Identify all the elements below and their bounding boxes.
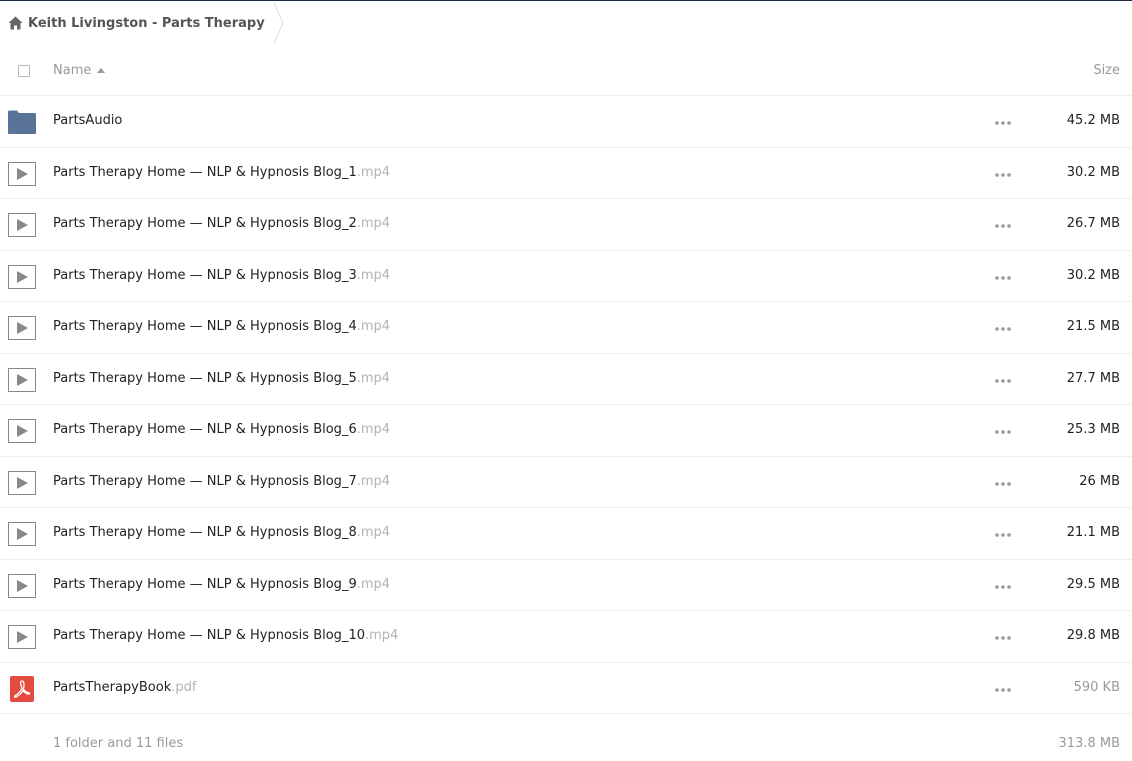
more-actions-icon[interactable] xyxy=(994,481,1012,487)
folder-icon xyxy=(8,110,36,134)
more-actions-icon[interactable] xyxy=(994,172,1012,178)
pdf-icon xyxy=(10,675,34,702)
size-column-header[interactable]: Size xyxy=(1093,63,1120,78)
file-extension: .mp4 xyxy=(356,216,391,231)
file-row[interactable]: Parts Therapy Home — NLP & Hypnosis Blog… xyxy=(0,148,1132,199)
more-actions-icon[interactable] xyxy=(994,223,1012,229)
file-size: 29.8 MB xyxy=(1066,628,1120,643)
more-actions-icon[interactable] xyxy=(994,532,1012,538)
file-extension: .mp4 xyxy=(356,525,391,540)
home-icon xyxy=(8,16,23,30)
video-play-icon xyxy=(8,573,36,598)
video-play-icon xyxy=(8,522,36,546)
more-actions-icon[interactable] xyxy=(994,378,1012,384)
more-actions-icon[interactable] xyxy=(994,635,1012,641)
file-name[interactable]: PartsTherapyBook.pdf xyxy=(53,680,196,695)
file-extension: .mp4 xyxy=(356,319,391,334)
file-row[interactable]: Parts Therapy Home — NLP & Hypnosis Blog… xyxy=(0,611,1132,663)
file-name[interactable]: PartsAudio xyxy=(53,113,122,128)
file-row[interactable]: PartsTherapyBook.pdf 590 KB xyxy=(0,663,1132,714)
more-actions-icon[interactable] xyxy=(994,120,1012,126)
file-row[interactable]: Parts Therapy Home — NLP & Hypnosis Blog… xyxy=(0,199,1132,251)
file-name-base: PartsTherapyBook xyxy=(53,679,172,695)
file-row[interactable]: Parts Therapy Home — NLP & Hypnosis Blog… xyxy=(0,560,1132,611)
file-row[interactable]: Parts Therapy Home — NLP & Hypnosis Blog… xyxy=(0,405,1132,457)
file-name[interactable]: Parts Therapy Home — NLP & Hypnosis Blog… xyxy=(53,371,390,386)
file-extension: .pdf xyxy=(171,679,197,695)
name-column-label: Name xyxy=(53,63,92,78)
sort-ascending-icon xyxy=(97,68,106,73)
file-extension: .mp4 xyxy=(356,422,391,437)
file-list-header: Name Size xyxy=(0,45,1132,96)
more-actions-icon[interactable] xyxy=(994,326,1012,332)
file-row[interactable]: Parts Therapy Home — NLP & Hypnosis Blog… xyxy=(0,508,1132,560)
video-play-icon xyxy=(8,264,36,289)
file-size: 26 MB xyxy=(1079,473,1120,489)
file-size: 21.5 MB xyxy=(1066,319,1120,334)
file-size: 21.1 MB xyxy=(1066,525,1120,540)
breadcrumb: Keith Livingston - Parts Therapy xyxy=(0,1,1132,45)
breadcrumb-label: Keith Livingston - Parts Therapy xyxy=(28,15,265,31)
file-name-base: Parts Therapy Home — NLP & Hypnosis Blog… xyxy=(53,422,357,437)
file-extension: .mp4 xyxy=(364,628,399,643)
file-size: 25.3 MB xyxy=(1066,422,1120,437)
name-column-header[interactable]: Name xyxy=(53,63,106,78)
file-size: 30.2 MB xyxy=(1066,164,1120,180)
file-size: 45.2 MB xyxy=(1066,113,1120,128)
file-row[interactable]: Parts Therapy Home — NLP & Hypnosis Blog… xyxy=(0,457,1132,508)
file-row[interactable]: PartsAudio 45.2 MB xyxy=(0,96,1132,148)
file-name[interactable]: Parts Therapy Home — NLP & Hypnosis Blog… xyxy=(53,525,390,540)
video-play-icon xyxy=(8,419,36,443)
file-row[interactable]: Parts Therapy Home — NLP & Hypnosis Blog… xyxy=(0,354,1132,405)
file-size: 29.5 MB xyxy=(1066,576,1120,592)
file-extension: .mp4 xyxy=(356,267,391,283)
file-name[interactable]: Parts Therapy Home — NLP & Hypnosis Blog… xyxy=(53,474,390,489)
file-extension: .mp4 xyxy=(356,164,391,180)
file-extension: .mp4 xyxy=(356,473,391,489)
breadcrumb-home[interactable]: Keith Livingston - Parts Therapy xyxy=(0,1,284,45)
file-name[interactable]: Parts Therapy Home — NLP & Hypnosis Blog… xyxy=(53,216,390,231)
file-name-base: Parts Therapy Home — NLP & Hypnosis Blog… xyxy=(53,473,357,489)
file-name[interactable]: Parts Therapy Home — NLP & Hypnosis Blog… xyxy=(53,577,390,592)
file-name-base: Parts Therapy Home — NLP & Hypnosis Blog… xyxy=(53,164,357,180)
file-size: 30.2 MB xyxy=(1066,267,1120,283)
video-play-icon xyxy=(8,625,36,649)
file-name-base: Parts Therapy Home — NLP & Hypnosis Blog… xyxy=(53,267,357,283)
file-list-summary: 1 folder and 11 files 313.8 MB xyxy=(0,729,1132,759)
video-play-icon xyxy=(8,161,36,186)
file-name[interactable]: Parts Therapy Home — NLP & Hypnosis Blog… xyxy=(53,422,390,437)
file-name[interactable]: Parts Therapy Home — NLP & Hypnosis Blog… xyxy=(53,165,390,180)
select-all-checkbox[interactable] xyxy=(18,65,30,77)
file-name-base: Parts Therapy Home — NLP & Hypnosis Blog… xyxy=(53,525,357,540)
file-extension: .mp4 xyxy=(356,370,391,386)
more-actions-icon[interactable] xyxy=(994,584,1012,590)
video-play-icon xyxy=(8,316,36,340)
file-size: 590 KB xyxy=(1073,679,1120,695)
file-name-base: Parts Therapy Home — NLP & Hypnosis Blog… xyxy=(53,370,357,386)
file-name-base: Parts Therapy Home — NLP & Hypnosis Blog… xyxy=(53,216,357,231)
file-row[interactable]: Parts Therapy Home — NLP & Hypnosis Blog… xyxy=(0,251,1132,302)
more-actions-icon[interactable] xyxy=(994,275,1012,281)
file-row[interactable]: Parts Therapy Home — NLP & Hypnosis Blog… xyxy=(0,302,1132,354)
video-play-icon xyxy=(8,470,36,495)
video-play-icon xyxy=(8,213,36,237)
file-name-base: Parts Therapy Home — NLP & Hypnosis Blog… xyxy=(53,576,357,592)
file-name-base: PartsAudio xyxy=(53,113,123,128)
file-size: 26.7 MB xyxy=(1066,216,1120,231)
more-actions-icon[interactable] xyxy=(994,687,1012,693)
file-extension: .mp4 xyxy=(356,576,391,592)
file-name[interactable]: Parts Therapy Home — NLP & Hypnosis Blog… xyxy=(53,628,398,643)
file-name-base: Parts Therapy Home — NLP & Hypnosis Blog… xyxy=(53,628,365,643)
file-list: PartsAudio 45.2 MB Parts Therapy Home — NL… xyxy=(0,96,1132,714)
file-name[interactable]: Parts Therapy Home — NLP & Hypnosis Blog… xyxy=(53,319,390,334)
breadcrumb-separator xyxy=(273,2,284,44)
video-play-icon xyxy=(8,367,36,392)
more-actions-icon[interactable] xyxy=(994,429,1012,435)
summary-total-size: 313.8 MB xyxy=(1058,736,1120,751)
summary-info: 1 folder and 11 files xyxy=(53,736,184,751)
file-size: 27.7 MB xyxy=(1066,370,1120,386)
file-name[interactable]: Parts Therapy Home — NLP & Hypnosis Blog… xyxy=(53,268,390,283)
file-name-base: Parts Therapy Home — NLP & Hypnosis Blog… xyxy=(53,319,357,334)
